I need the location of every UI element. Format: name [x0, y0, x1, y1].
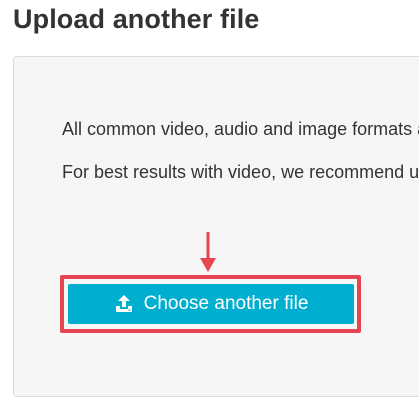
choose-another-file-button[interactable]: Choose another file	[68, 284, 354, 324]
recommendation-text: For best results with video, we recommen…	[62, 162, 419, 182]
supported-formats-text: All common video, audio and image format…	[62, 119, 419, 139]
upload-icon	[114, 294, 134, 314]
down-arrow-icon	[200, 232, 216, 272]
upload-page: Upload another file All common video, au…	[0, 0, 419, 411]
page-title: Upload another file	[13, 4, 260, 34]
upload-panel: All common video, audio and image format…	[13, 56, 419, 397]
choose-another-file-label: Choose another file	[143, 293, 309, 314]
